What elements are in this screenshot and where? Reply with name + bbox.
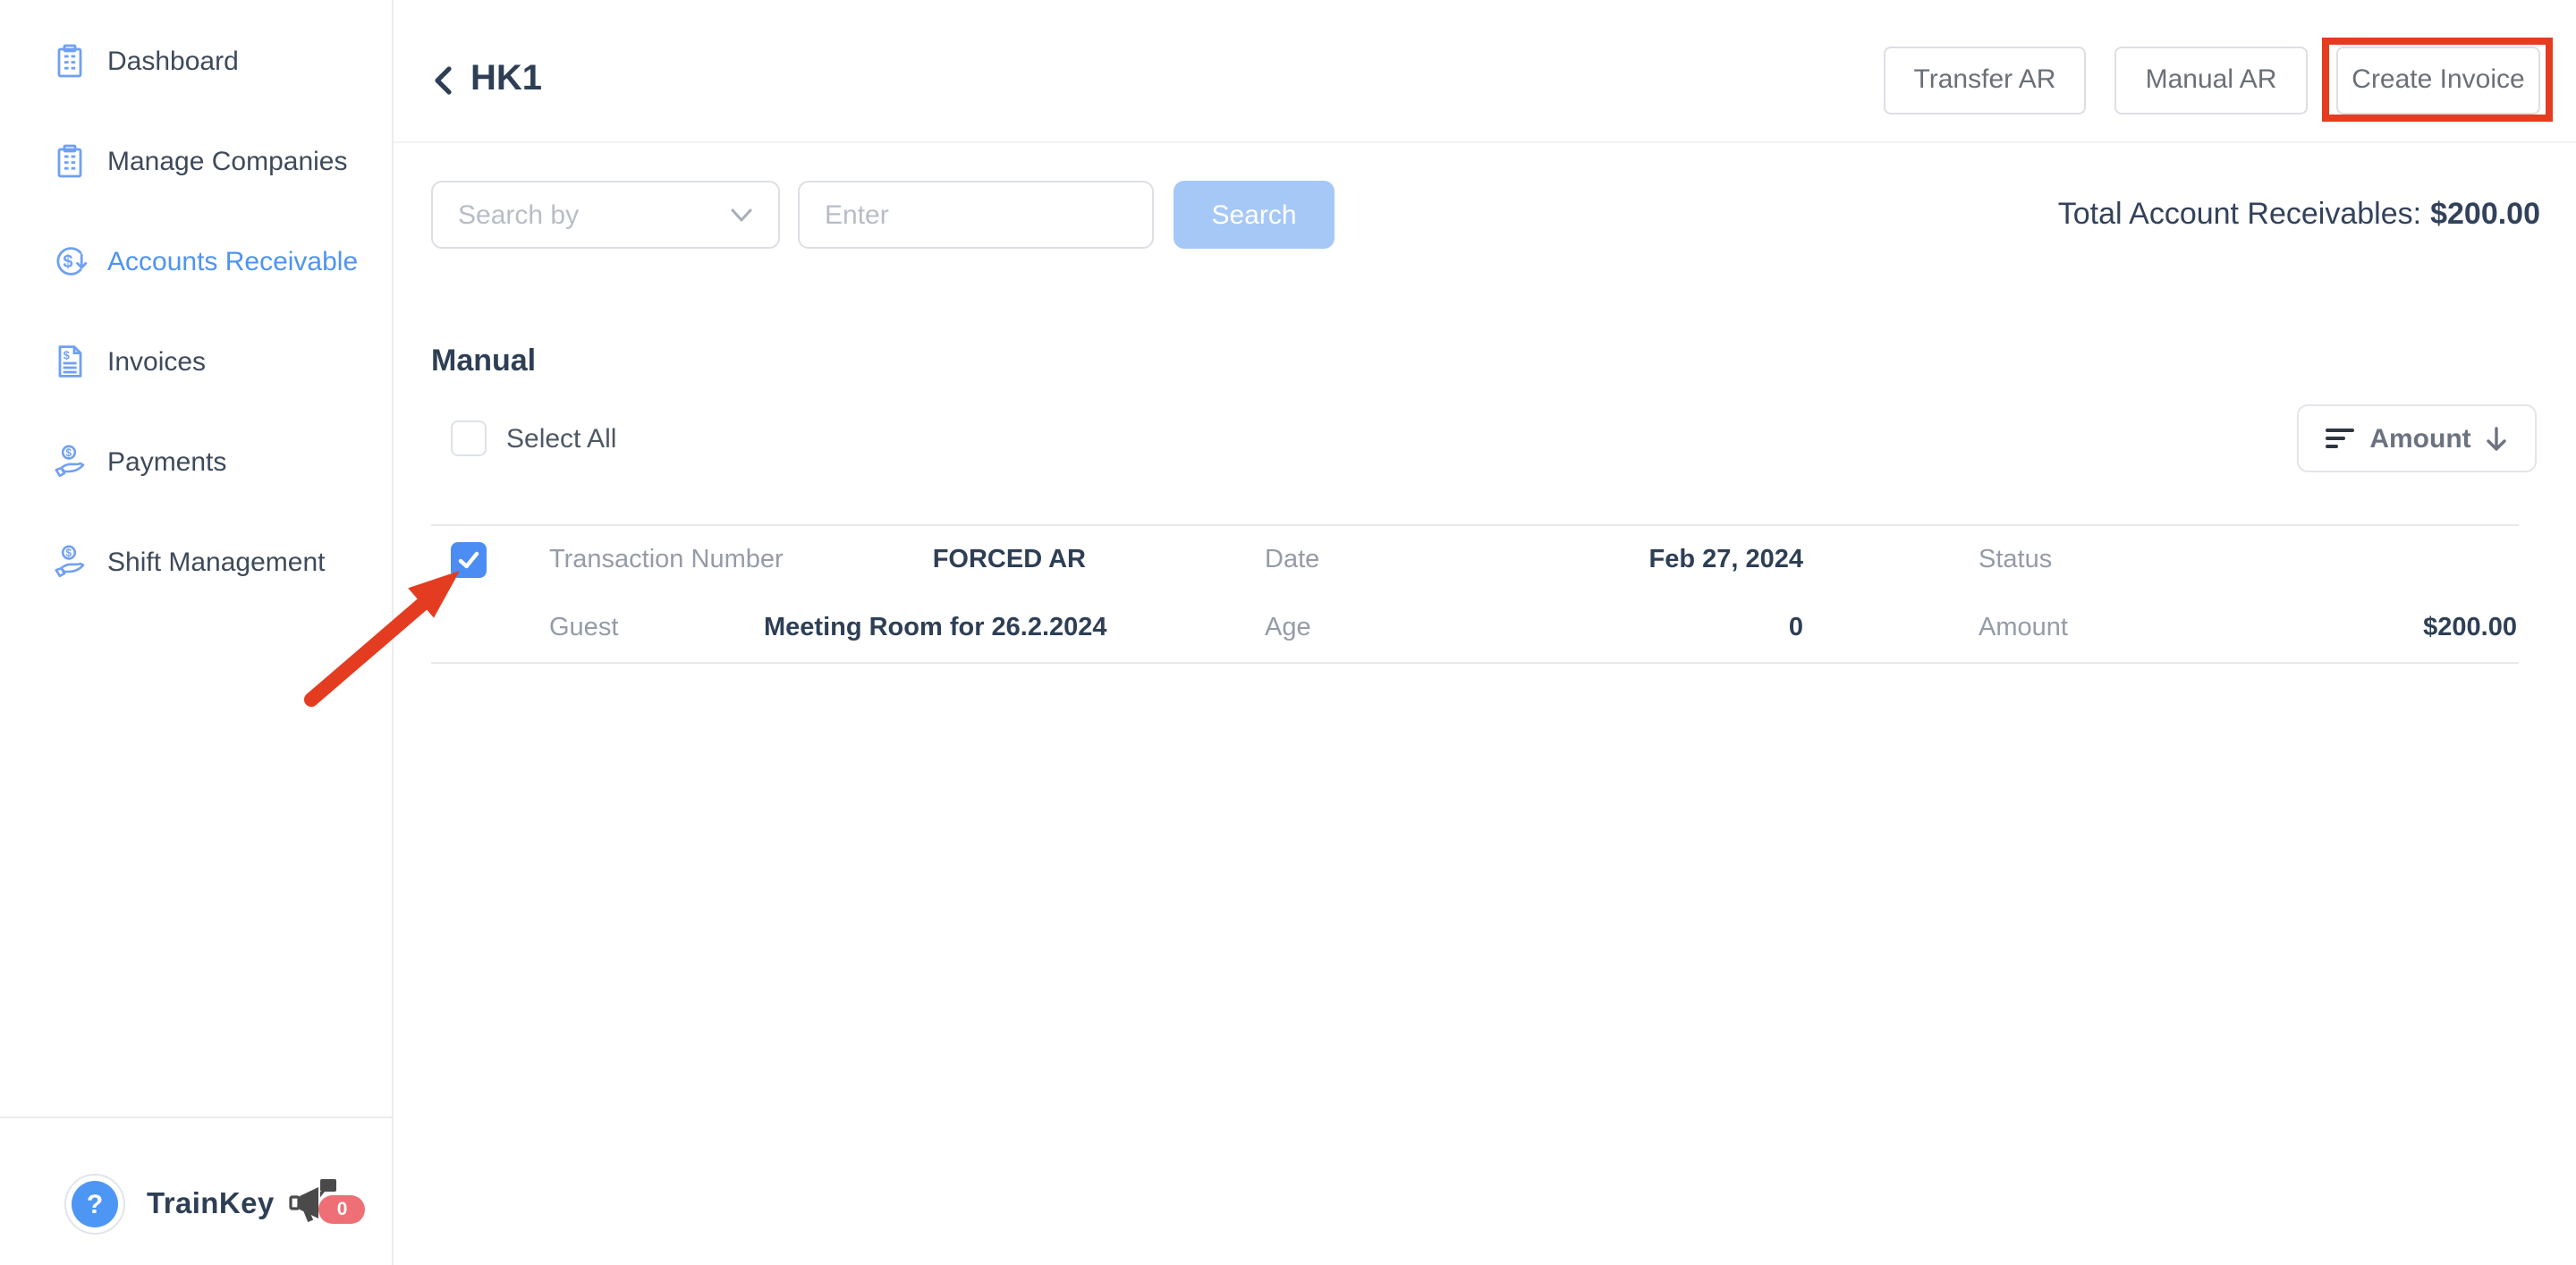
help-button[interactable]: ? [64,1174,125,1235]
hand-coin-icon: $ [50,442,89,481]
transaction-number-value: FORCED AR [764,546,1086,574]
create-invoice-button[interactable]: Create Invoice [2336,46,2540,114]
guest-value: Meeting Room for 26.2.2024 [764,614,1086,642]
sidebar-item-accounts-receivable[interactable]: $ Accounts Receivable [0,211,392,311]
main-panel: HK1 Transfer AR Manual AR Create Invoice… [394,0,2576,1265]
transaction-row: Transaction Number FORCED AR Date Feb 27… [431,524,2519,664]
search-by-select[interactable]: Search by [431,181,780,249]
amount-label: Amount [1979,614,2157,642]
sidebar-item-manage-companies[interactable]: Manage Companies [0,111,392,211]
sidebar-item-payments[interactable]: $ Payments [0,412,392,512]
transfer-ar-button[interactable]: Transfer AR [1884,46,2086,114]
age-label: Age [1265,614,1444,642]
date-label: Date [1265,546,1444,574]
total-receivables-label: Total Account Receivables: [2058,197,2421,231]
sidebar-item-invoices[interactable]: $ Invoices [0,311,392,412]
invoice-icon: $ [50,342,89,381]
brand-logo: TrainKey [147,1187,275,1221]
page-header: HK1 Transfer AR Manual AR Create Invoice [431,0,2540,141]
sort-lines-icon [2325,426,2355,451]
announcements-button[interactable]: 0 [287,1177,366,1231]
amount-value: $200.00 [2157,614,2517,642]
chevron-down-icon [730,207,753,223]
total-receivables: Total Account Receivables: $200.00 [2058,197,2540,233]
svg-text:$: $ [64,349,71,362]
select-all-checkbox[interactable] [451,420,487,456]
status-label: Status [1979,546,2157,574]
svg-text:$: $ [65,547,72,559]
sidebar-nav: Dashboard Manage Companies [0,0,392,612]
question-icon: ? [72,1181,118,1227]
date-value: Feb 27, 2024 [1444,546,1803,574]
sidebar-item-shift-management[interactable]: $ Shift Management [0,512,392,612]
select-all-row: Select All [451,404,616,472]
sidebar-item-dashboard[interactable]: Dashboard [0,11,392,111]
age-value: 0 [1444,614,1803,642]
sidebar-item-label: Shift Management [107,547,326,577]
chevron-left-icon [431,64,454,96]
sidebar-item-label: Dashboard [107,46,239,76]
sidebar: Dashboard Manage Companies [0,0,394,1265]
building-icon [50,141,89,181]
row-checkbox-cell [431,542,549,578]
sort-amount-button[interactable]: Amount [2297,404,2537,472]
search-input[interactable] [798,181,1154,249]
arrow-down-icon [2486,425,2509,452]
row-checkbox[interactable] [451,542,487,578]
hand-coin-icon: $ [50,542,89,582]
sidebar-item-label: Manage Companies [107,146,348,176]
total-receivables-value: $200.00 [2430,197,2540,231]
app-window: Dashboard Manage Companies [0,0,2576,1265]
sidebar-item-label: Payments [107,446,226,477]
page-title: HK1 [470,59,542,100]
sidebar-item-label: Invoices [107,346,206,377]
section-title: Manual [431,344,536,379]
sort-amount-label: Amount [2369,423,2470,454]
sidebar-item-label: Accounts Receivable [107,246,358,276]
sidebar-footer: ? TrainKey 0 [0,1116,392,1265]
transaction-number-label: Transaction Number [549,546,764,574]
notification-badge: 0 [319,1195,366,1224]
manual-ar-button[interactable]: Manual AR [2114,46,2308,114]
select-all-label: Select All [506,423,616,454]
back-button[interactable] [431,64,454,96]
search-by-placeholder: Search by [458,200,579,230]
guest-label: Guest [549,614,764,642]
building-icon [50,41,89,81]
search-button[interactable]: Search [1174,181,1335,249]
check-icon [456,549,481,571]
dollar-circle-icon: $ [50,242,89,281]
search-bar: Search by Search Total Account Receivabl… [431,181,2540,249]
svg-text:$: $ [63,252,72,272]
svg-text:$: $ [65,446,72,459]
